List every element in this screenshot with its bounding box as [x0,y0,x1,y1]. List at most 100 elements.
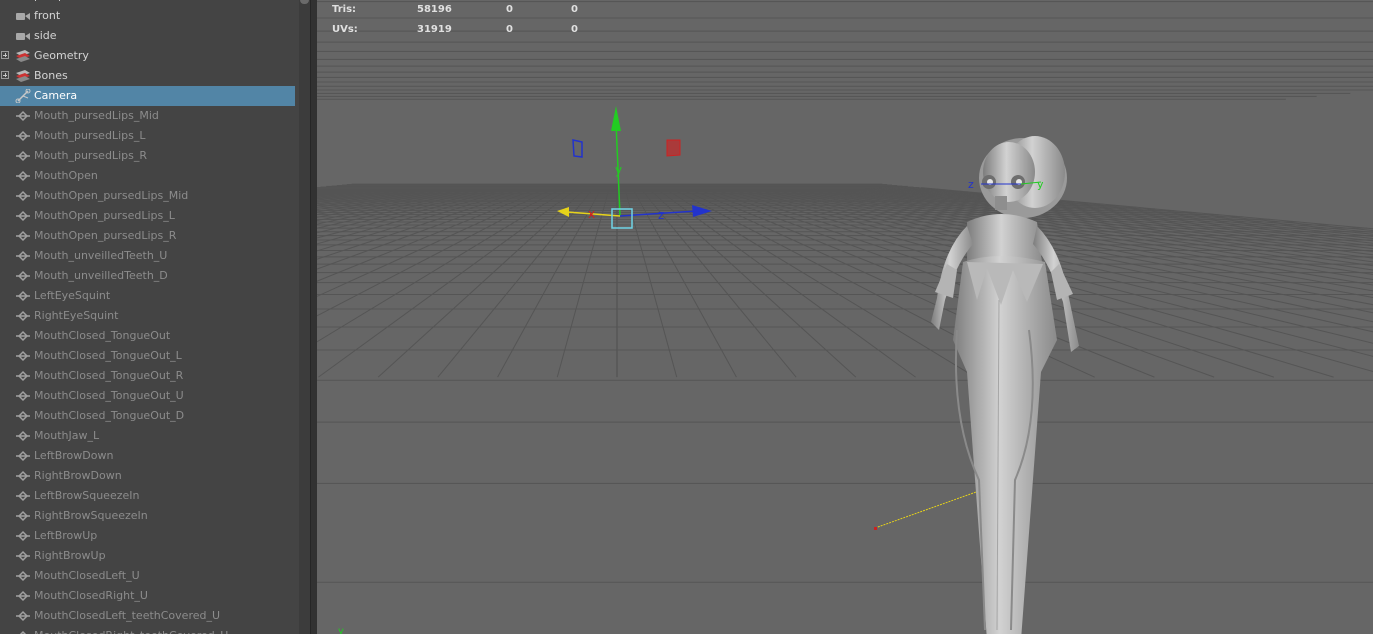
blendshape-icon [15,269,31,283]
outliner-item[interactable]: MouthClosedRight_U [0,586,300,606]
outliner-item-label: MouthClosedRight_teethCovered_U [34,626,228,634]
outliner-item-label: LeftEyeSquint [34,289,111,302]
outliner-item[interactable]: RightBrowDown [0,466,300,486]
outliner-item[interactable]: LeftBrowUp [0,526,300,546]
origin-axis-label: y [338,626,344,634]
outliner-item[interactable]: Mouth_unveilledTeeth_U [0,246,300,266]
joint-axis-z-label: z [968,178,974,191]
outliner-item[interactable]: MouthOpen [0,166,300,186]
outliner-item[interactable]: MouthClosed_TongueOut_U [0,386,300,406]
outliner-item[interactable]: Mouth_unveilledTeeth_D [0,266,300,286]
blendshape-icon [15,589,31,603]
outliner-item-label: Mouth_pursedLips_Mid [34,109,159,122]
blendshape-icon [15,169,31,183]
outliner-item-label: MouthClosed_TongueOut_U [34,389,184,402]
outliner-item-label: MouthClosedLeft_U [34,569,140,582]
camera-icon [15,29,31,43]
outliner-item[interactable]: LeftEyeSquint [0,286,300,306]
outliner-item-label: MouthJaw_L [34,429,100,442]
outliner-item[interactable]: MouthClosed_TongueOut_D [0,406,300,426]
outliner-item-label: MouthOpen [34,169,98,182]
scene-overlay: z y y z x y [338,106,1079,634]
blendshape-icon [15,569,31,583]
outliner-item[interactable]: MouthOpen_pursedLips_R [0,226,300,246]
outliner-item-label: front [34,9,61,22]
outliner-item[interactable]: MouthClosed_TongueOut_R [0,366,300,386]
blendshape-icon [15,409,31,423]
outliner-scrollbar-thumb[interactable] [300,0,309,4]
gizmo-axis-z-label: z [658,208,664,222]
blendshape-icon [15,109,31,123]
outliner-item[interactable]: LeftBrowDown [0,446,300,466]
outliner-item-label: MouthClosed_TongueOut_D [34,409,185,422]
outliner-item-label: Mouth_pursedLips_R [34,149,147,162]
blendshape-icon [15,209,31,223]
outliner-item[interactable]: Camera [0,86,295,106]
outliner-item-label: LeftBrowDown [34,449,114,462]
blendshape-icon [15,249,31,263]
blendshape-icon [15,449,31,463]
outliner-item-label: MouthClosed_TongueOut_R [34,369,184,382]
outliner-panel: perspfrontsideGeometryBonesCameraMouth_p… [0,0,310,634]
outliner-item[interactable]: Mouth_pursedLips_L [0,126,300,146]
outliner-item-label: RightBrowUp [34,549,106,562]
outliner-item[interactable]: MouthClosed_TongueOut_L [0,346,300,366]
outliner-item[interactable]: Bones [0,66,300,86]
outliner-item[interactable]: MouthClosedRight_teethCovered_U [0,626,300,634]
blendshape-icon [15,229,31,243]
character-model[interactable] [931,136,1079,634]
outliner-item[interactable]: MouthOpen_pursedLips_Mid [0,186,300,206]
outliner-item[interactable]: MouthClosedLeft_U [0,566,300,586]
outliner-item-label: Mouth_pursedLips_L [34,129,146,142]
blendshape-icon [15,349,31,363]
layer-icon [15,49,31,63]
outliner-item-label: Camera [34,89,78,102]
blendshape-icon [15,469,31,483]
blendshape-icon [15,629,31,634]
blendshape-icon [15,489,31,503]
blendshape-icon [15,329,31,343]
outliner-item-label: MouthClosedLeft_teethCovered_U [34,609,221,622]
camera-icon [15,9,31,23]
outliner-item-label: MouthOpen_pursedLips_L [34,209,175,222]
outliner-item[interactable]: Mouth_pursedLips_R [0,146,300,166]
outliner-item[interactable]: LeftBrowSqueezeIn [0,486,300,506]
outliner-item-label: RightEyeSquint [34,309,119,322]
outliner-item[interactable]: Geometry [0,46,300,66]
outliner-item[interactable]: MouthJaw_L [0,426,300,446]
outliner-list: perspfrontsideGeometryBonesCameraMouth_p… [0,0,300,634]
gizmo-axis-y-label: y [615,163,622,177]
camera-transform-gizmo[interactable]: y z x [557,106,712,229]
outliner-scrollbar[interactable] [299,0,310,634]
outliner-item[interactable]: RightBrowUp [0,546,300,566]
outliner-item[interactable]: front [0,6,300,26]
viewport-3d[interactable]: Tris: 58196 0 0 UVs: 31919 0 0 z y y z x… [317,0,1373,634]
expand-icon[interactable] [1,51,9,59]
outliner-item[interactable]: side [0,26,300,46]
outliner-item-label: Mouth_unveilledTeeth_U [34,249,168,262]
outliner-item-label: MouthClosed_TongueOut [34,329,171,342]
layer-icon [15,69,31,83]
camera-icon [15,0,31,3]
joint-axis-y-label: y [1037,178,1044,191]
outliner-item[interactable]: MouthOpen_pursedLips_L [0,206,300,226]
outliner-item-label: MouthClosedRight_U [34,589,148,602]
outliner-item[interactable]: MouthClosed_TongueOut [0,326,300,346]
gizmo-axis-x-label: x [588,207,595,221]
camera-aim-line [874,485,994,529]
outliner-item[interactable]: Mouth_pursedLips_Mid [0,106,300,126]
outliner-item[interactable]: RightBrowSqueezeIn [0,506,300,526]
outliner-item-label: MouthOpen_pursedLips_Mid [34,189,189,202]
blendshape-icon [15,609,31,623]
blendshape-icon [15,389,31,403]
blendshape-icon [15,509,31,523]
outliner-item-label: Mouth_unveilledTeeth_D [34,269,168,282]
outliner-item[interactable]: RightEyeSquint [0,306,300,326]
blendshape-icon [15,309,31,323]
outliner-item-label: RightBrowDown [34,469,122,482]
blendshape-icon [15,369,31,383]
outliner-item[interactable]: MouthClosedLeft_teethCovered_U [0,606,300,626]
outliner-item-label: Geometry [34,49,89,62]
outliner-item-label: side [34,29,57,42]
expand-icon[interactable] [1,71,9,79]
